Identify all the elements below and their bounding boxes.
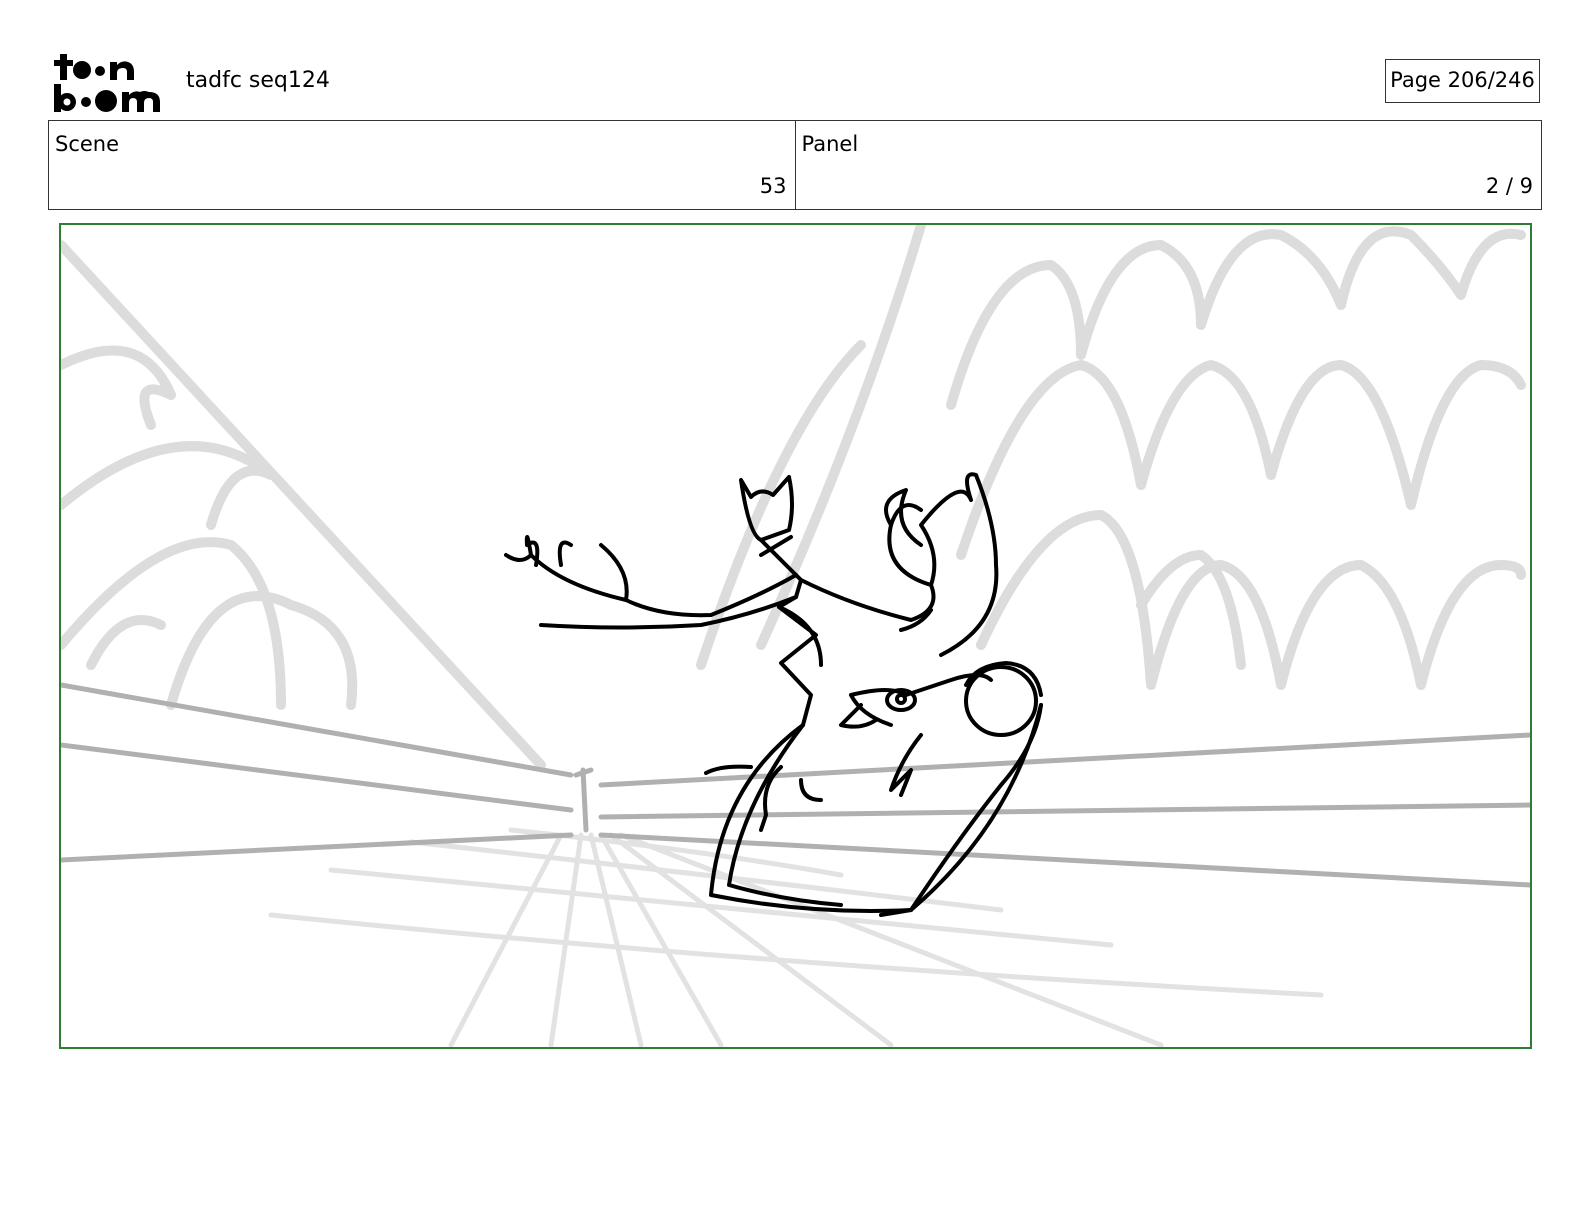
scene-cell: Scene 53	[49, 121, 795, 209]
storyboard-sketch	[61, 225, 1530, 1047]
panel-cell: Panel 2 / 9	[794, 121, 1542, 209]
storyboard-panel-frame	[59, 223, 1532, 1049]
panel-label: Panel	[801, 132, 859, 156]
scene-label: Scene	[55, 132, 120, 156]
floor-grid-sketch	[268, 827, 1324, 1047]
scene-panel-info-table: Scene 53 Panel 2 / 9	[48, 120, 1542, 210]
scene-number: 53	[759, 174, 787, 198]
panel-number: 2 / 9	[1485, 174, 1533, 198]
project-title: tadfc seq124	[186, 68, 330, 93]
toon-boom-logo	[54, 54, 160, 112]
page-indicator: Page 206/246	[1385, 59, 1540, 103]
perspective-lines	[61, 682, 1530, 888]
